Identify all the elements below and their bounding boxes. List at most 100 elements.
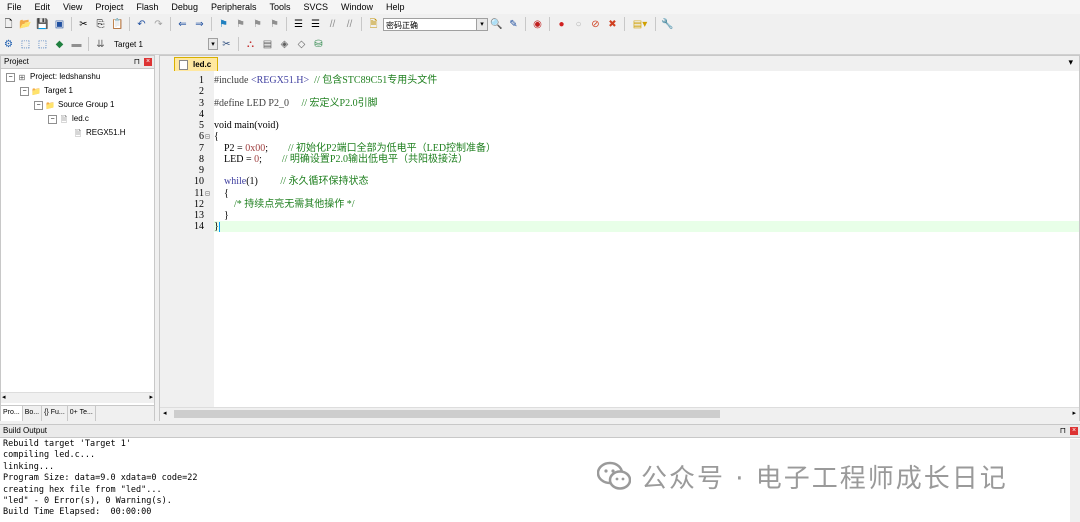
- undo-icon[interactable]: ↶: [134, 17, 149, 32]
- menu-item-project[interactable]: Project: [88, 0, 129, 14]
- bookmark-clear-icon[interactable]: ⚑: [267, 17, 282, 32]
- new-file-icon[interactable]: 🗋: [1, 17, 16, 32]
- code-line[interactable]: void main(void): [214, 120, 1079, 131]
- fold-toggle-icon[interactable]: ⊟: [205, 188, 213, 199]
- panel-tab[interactable]: {} Fu...: [42, 406, 68, 421]
- save-icon[interactable]: 💾: [35, 17, 50, 32]
- menu-item-file[interactable]: File: [0, 0, 28, 14]
- menu-item-flash[interactable]: Flash: [129, 0, 164, 14]
- code-line[interactable]: }: [214, 210, 1079, 221]
- window-layout-icon[interactable]: ▤▾: [629, 17, 651, 32]
- code-line[interactable]: {: [214, 188, 1079, 199]
- translate-icon[interactable]: ⚙: [1, 37, 16, 52]
- find-combo[interactable]: 密码正确 ▾: [383, 17, 488, 31]
- rebuild-icon[interactable]: ⬚: [35, 37, 50, 52]
- tree-item[interactable]: − ⊞ Project: ledshanshu: [6, 71, 100, 83]
- menu-item-view[interactable]: View: [56, 0, 88, 14]
- tree-expander-icon[interactable]: −: [34, 100, 43, 110]
- panel-tab[interactable]: Pro...: [1, 406, 23, 421]
- incremental-find-icon[interactable]: ✎: [506, 17, 521, 32]
- find-icon[interactable]: 🔍: [489, 17, 504, 32]
- build-icon[interactable]: ⬚: [18, 37, 33, 52]
- close-icon[interactable]: ×: [1070, 427, 1078, 435]
- target-select[interactable]: Target 1 ▾: [112, 37, 218, 51]
- bookmark-icon[interactable]: ⚑: [216, 17, 231, 32]
- scroll-thumb[interactable]: [174, 410, 720, 418]
- comment-icon[interactable]: //: [325, 17, 340, 32]
- target-options-icon[interactable]: ✂: [219, 37, 234, 52]
- editor-tab-led-c[interactable]: led.c: [174, 57, 219, 71]
- breakpoint-kill-icon[interactable]: ✖: [605, 17, 620, 32]
- code-line[interactable]: {: [214, 131, 1079, 142]
- manage-runtime-icon[interactable]: ▤: [260, 37, 275, 52]
- code-line[interactable]: }: [214, 221, 1079, 233]
- download-icon[interactable]: ⇊: [93, 37, 108, 52]
- project-hscrollbar[interactable]: ◂ ▸: [1, 392, 154, 403]
- code-line[interactable]: [214, 165, 1079, 176]
- debug-session-icon[interactable]: ◉: [530, 17, 545, 32]
- build-output-vscrollbar[interactable]: [1070, 439, 1080, 522]
- pin-icon[interactable]: ⊓: [1060, 425, 1066, 437]
- breakpoint-insert-icon[interactable]: ●: [554, 17, 569, 32]
- code-line[interactable]: while(1) // 永久循环保持状态: [214, 176, 1079, 187]
- breakpoint-enable-icon[interactable]: ○: [571, 17, 586, 32]
- redo-icon[interactable]: ↷: [151, 17, 166, 32]
- code-line[interactable]: [214, 109, 1079, 120]
- menu-item-edit[interactable]: Edit: [28, 0, 57, 14]
- menu-item-help[interactable]: Help: [379, 0, 411, 14]
- pack-installer-icon[interactable]: ◇: [294, 37, 309, 52]
- chevron-down-icon[interactable]: ▾: [476, 18, 487, 30]
- menu-item-tools[interactable]: Tools: [262, 0, 296, 14]
- scroll-left-icon[interactable]: ◂: [163, 409, 167, 417]
- scroll-left-icon[interactable]: ◂: [2, 393, 6, 403]
- menu-item-window[interactable]: Window: [334, 0, 379, 14]
- breakpoint-disable-icon[interactable]: ⊘: [588, 17, 603, 32]
- open-file-icon[interactable]: 📂: [18, 17, 33, 32]
- tree-expander-icon[interactable]: −: [6, 72, 15, 82]
- code-line[interactable]: P2 = 0x00; // 初始化P2端口全部为低电平（LED控制准备）: [214, 143, 1079, 154]
- scroll-right-icon[interactable]: ▸: [1072, 409, 1076, 417]
- close-icon[interactable]: ×: [144, 58, 152, 66]
- editor-hscrollbar[interactable]: ◂ ▸: [160, 407, 1079, 421]
- copy-icon[interactable]: ⎘: [93, 17, 108, 32]
- indent-icon[interactable]: ☰: [291, 17, 306, 32]
- tree-item[interactable]: 🗎 REGX51.H: [62, 127, 126, 139]
- bookmark-next-icon[interactable]: ⚑: [250, 17, 265, 32]
- unindent-icon[interactable]: ☰: [308, 17, 323, 32]
- stop-build-icon[interactable]: ▬: [69, 37, 84, 52]
- tree-item[interactable]: − 📁 Target 1: [20, 85, 73, 97]
- pin-icon[interactable]: ⊓: [134, 56, 140, 68]
- find-in-files-icon[interactable]: 🗎: [366, 17, 381, 32]
- menu-item-debug[interactable]: Debug: [164, 0, 204, 14]
- cut-icon[interactable]: ✂: [76, 17, 91, 32]
- menu-item-peripherals[interactable]: Peripherals: [204, 0, 263, 14]
- save-all-icon[interactable]: ▣: [52, 17, 67, 32]
- panel-tab[interactable]: Bo...: [23, 406, 43, 421]
- nav-back-icon[interactable]: ⇐: [175, 17, 190, 32]
- nav-forward-icon[interactable]: ⇒: [192, 17, 207, 32]
- chevron-down-icon[interactable]: ▾: [208, 37, 218, 50]
- tree-expander-icon[interactable]: −: [20, 86, 29, 96]
- bookmark-prev-icon[interactable]: ⚑: [233, 17, 248, 32]
- uncomment-icon[interactable]: //: [342, 17, 357, 32]
- code-line[interactable]: LED = 0; // 明确设置P2.0输出低电平（共阳极接法）: [214, 154, 1079, 165]
- code-area[interactable]: #include <REGX51.H> // 包含STC89C51专用头文件 #d…: [214, 71, 1079, 407]
- configure-icon[interactable]: 🔧: [660, 17, 675, 32]
- software-packs-icon[interactable]: ⛁: [311, 37, 326, 52]
- panel-tab[interactable]: 0+ Te...: [68, 406, 96, 421]
- paste-icon[interactable]: 📋: [110, 17, 125, 32]
- fold-toggle-icon[interactable]: ⊟: [205, 131, 213, 142]
- batch-build-icon[interactable]: ◆: [52, 37, 67, 52]
- scroll-right-icon[interactable]: ▸: [149, 393, 153, 403]
- code-line[interactable]: [214, 86, 1079, 97]
- select-packs-icon[interactable]: ◈: [277, 37, 292, 52]
- tree-expander-icon[interactable]: −: [48, 114, 57, 124]
- code-line[interactable]: #include <REGX51.H> // 包含STC89C51专用头文件: [214, 75, 1079, 86]
- code-line[interactable]: #define LED P2_0 // 宏定义P2.0引脚: [214, 98, 1079, 109]
- chevron-down-icon[interactable]: ▾: [1068, 57, 1073, 68]
- manage-project-icon[interactable]: ⛬: [243, 37, 258, 52]
- tree-item[interactable]: − 📁 Source Group 1: [34, 99, 114, 111]
- menu-item-svcs[interactable]: SVCS: [297, 0, 335, 14]
- code-line[interactable]: /* 持续点亮无需其他操作 */: [214, 199, 1079, 210]
- tree-item[interactable]: − 🗎 led.c: [48, 113, 89, 125]
